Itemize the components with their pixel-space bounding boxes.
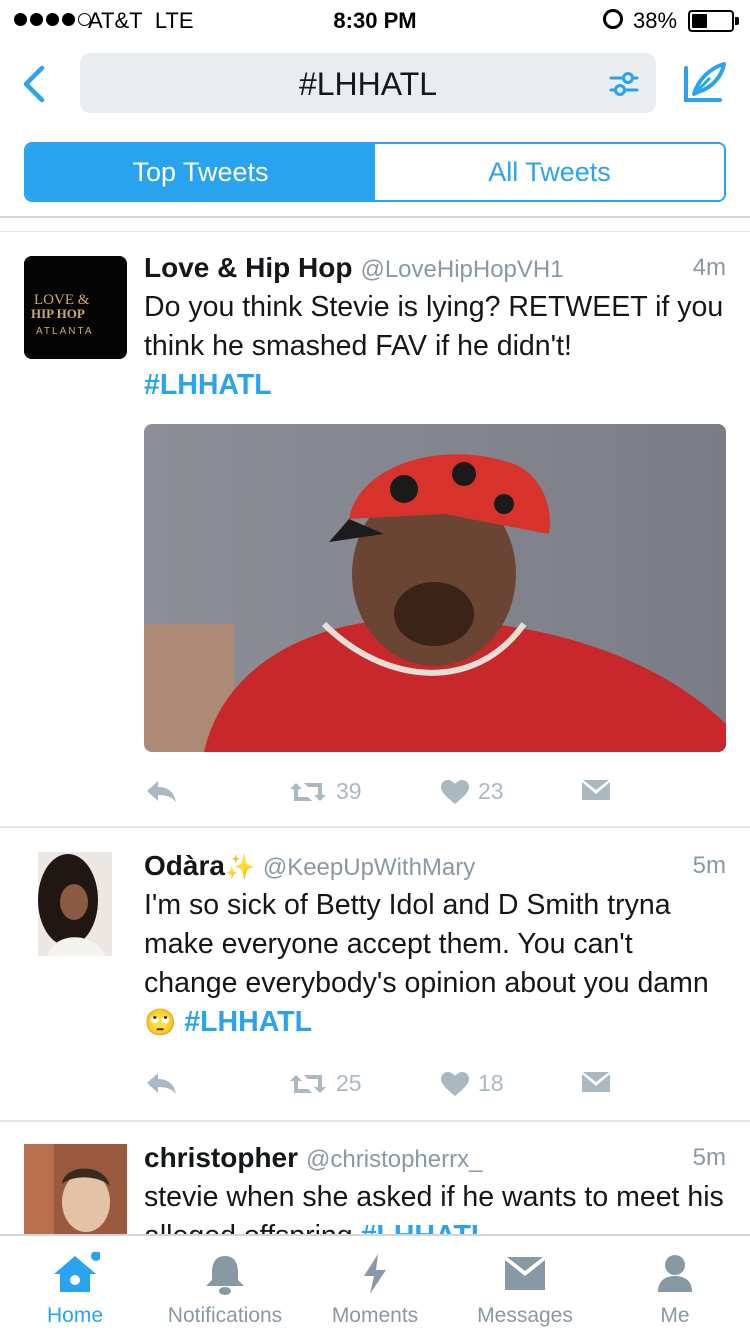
tab-label: Moments xyxy=(331,1304,419,1327)
home-icon xyxy=(54,1252,100,1292)
header-divider xyxy=(0,216,750,218)
search-query: #LHHATL xyxy=(298,66,438,102)
bell-icon xyxy=(206,1256,244,1295)
retweet-icon xyxy=(290,782,326,801)
tab-messages[interactable]: Messages xyxy=(450,1236,600,1334)
tweet-timestamp: 5m xyxy=(692,852,726,879)
battery-percentage: 38% xyxy=(633,8,678,33)
direct-message-button[interactable] xyxy=(580,778,612,802)
photo-man-in-red-hoodie xyxy=(144,424,726,752)
tweet-header: Love & Hip Hop @LoveHipHopVH1 4m xyxy=(144,252,726,286)
tweet-media-photo[interactable] xyxy=(144,424,726,752)
retweet-button[interactable]: 25 xyxy=(288,1070,362,1097)
tab-home[interactable]: Home xyxy=(0,1236,150,1334)
love-hip-hop-logo: LOVE & HIP HOP ATLANTA xyxy=(24,256,127,359)
filter-settings-icon[interactable] xyxy=(608,69,640,99)
alarm-icon xyxy=(603,9,623,29)
hashtag-link[interactable]: #LHHATL xyxy=(361,1220,489,1234)
like-count: 18 xyxy=(478,1070,504,1096)
retweet-button[interactable]: 39 xyxy=(288,778,362,805)
tweet-actions: 39 23 xyxy=(144,778,664,808)
display-name[interactable]: Love & Hip Hop xyxy=(144,252,352,283)
like-count: 23 xyxy=(478,778,504,804)
tweet-text: Do you think Stevie is lying? RETWEET if… xyxy=(144,291,724,401)
avatar[interactable] xyxy=(38,852,112,956)
tab-label: Home xyxy=(46,1304,104,1327)
tweet[interactable]: christopher @christopherrx_ 5m stevie whe… xyxy=(0,1140,750,1234)
avatar-photo xyxy=(24,1144,127,1234)
user-handle[interactable]: @christopherrx_ xyxy=(306,1146,482,1173)
tweet-header: christopher @christopherrx_ 5m xyxy=(144,1142,726,1176)
envelope-icon xyxy=(582,1072,610,1092)
tab-me[interactable]: Me xyxy=(600,1236,750,1334)
search-bar[interactable]: #LHHATL xyxy=(80,53,656,113)
eye-roll-emoji: 🙄 xyxy=(144,1007,177,1037)
tweet-timestamp: 4m xyxy=(692,254,726,281)
tweet-divider xyxy=(0,1120,750,1122)
tweet-header: Odàra✨ @KeepUpWithMary 5m xyxy=(144,850,726,884)
header-divider-secondary xyxy=(0,231,750,232)
status-bar: AT&T LTE 8:30 PM 38% xyxy=(0,0,750,40)
like-button[interactable]: 23 xyxy=(440,778,504,805)
envelope-icon xyxy=(582,780,610,800)
reply-button[interactable] xyxy=(144,1070,178,1096)
tab-label: Me xyxy=(660,1304,690,1327)
tab-label: Notifications xyxy=(167,1304,283,1327)
battery-tip xyxy=(735,17,739,25)
reply-icon xyxy=(147,1073,176,1094)
tweet-text: I'm so sick of Betty Idol and D Smith tr… xyxy=(144,889,709,1038)
tweet-timestamp: 5m xyxy=(692,1144,726,1171)
tweet-actions: 25 18 xyxy=(144,1070,664,1100)
battery-icon xyxy=(688,10,734,32)
tab-label: Messages xyxy=(477,1304,573,1327)
reply-icon xyxy=(147,781,176,802)
envelope-icon xyxy=(505,1257,545,1290)
avatar-photo xyxy=(38,852,112,956)
person-icon xyxy=(658,1255,692,1292)
direct-message-button[interactable] xyxy=(580,1070,612,1094)
tab-notifications[interactable]: Notifications xyxy=(150,1236,300,1334)
tab-all-tweets[interactable]: All Tweets xyxy=(375,144,724,200)
display-name[interactable]: christopher xyxy=(144,1142,298,1173)
user-handle[interactable]: @KeepUpWithMary xyxy=(263,854,475,881)
reply-button[interactable] xyxy=(144,778,178,804)
avatar[interactable]: LOVE & HIP HOP ATLANTA xyxy=(24,256,127,359)
avatar[interactable] xyxy=(24,1144,127,1234)
retweet-count: 25 xyxy=(336,1070,362,1096)
compose-tweet-icon[interactable] xyxy=(680,60,730,106)
display-name[interactable]: Odàra xyxy=(144,850,225,881)
hashtag-link[interactable]: #LHHATL xyxy=(184,1006,312,1038)
like-button[interactable]: 18 xyxy=(440,1070,504,1097)
tab-moments[interactable]: Moments xyxy=(300,1236,450,1334)
tweet-text: stevie when she asked if he wants to mee… xyxy=(144,1178,729,1234)
tab-top-tweets[interactable]: Top Tweets xyxy=(26,144,375,200)
hashtag-link[interactable]: #LHHATL xyxy=(144,369,272,401)
user-handle[interactable]: @LoveHipHopVH1 xyxy=(360,256,563,283)
back-chevron-icon[interactable] xyxy=(16,62,56,106)
bottom-tab-bar: Home Notifications Moments Messages Me xyxy=(0,1234,750,1334)
heart-icon xyxy=(441,779,469,804)
tweet-divider xyxy=(0,826,750,828)
sparkles-emoji: ✨ xyxy=(224,854,255,881)
retweet-count: 39 xyxy=(336,778,362,804)
svg-text:HIP HOP: HIP HOP xyxy=(31,306,85,321)
heart-icon xyxy=(441,1071,469,1096)
tweets-filter-segmented-control: Top Tweets All Tweets xyxy=(24,142,726,202)
lightning-icon xyxy=(364,1254,386,1294)
retweet-icon xyxy=(290,1074,326,1093)
svg-text:ATLANTA: ATLANTA xyxy=(36,326,94,337)
